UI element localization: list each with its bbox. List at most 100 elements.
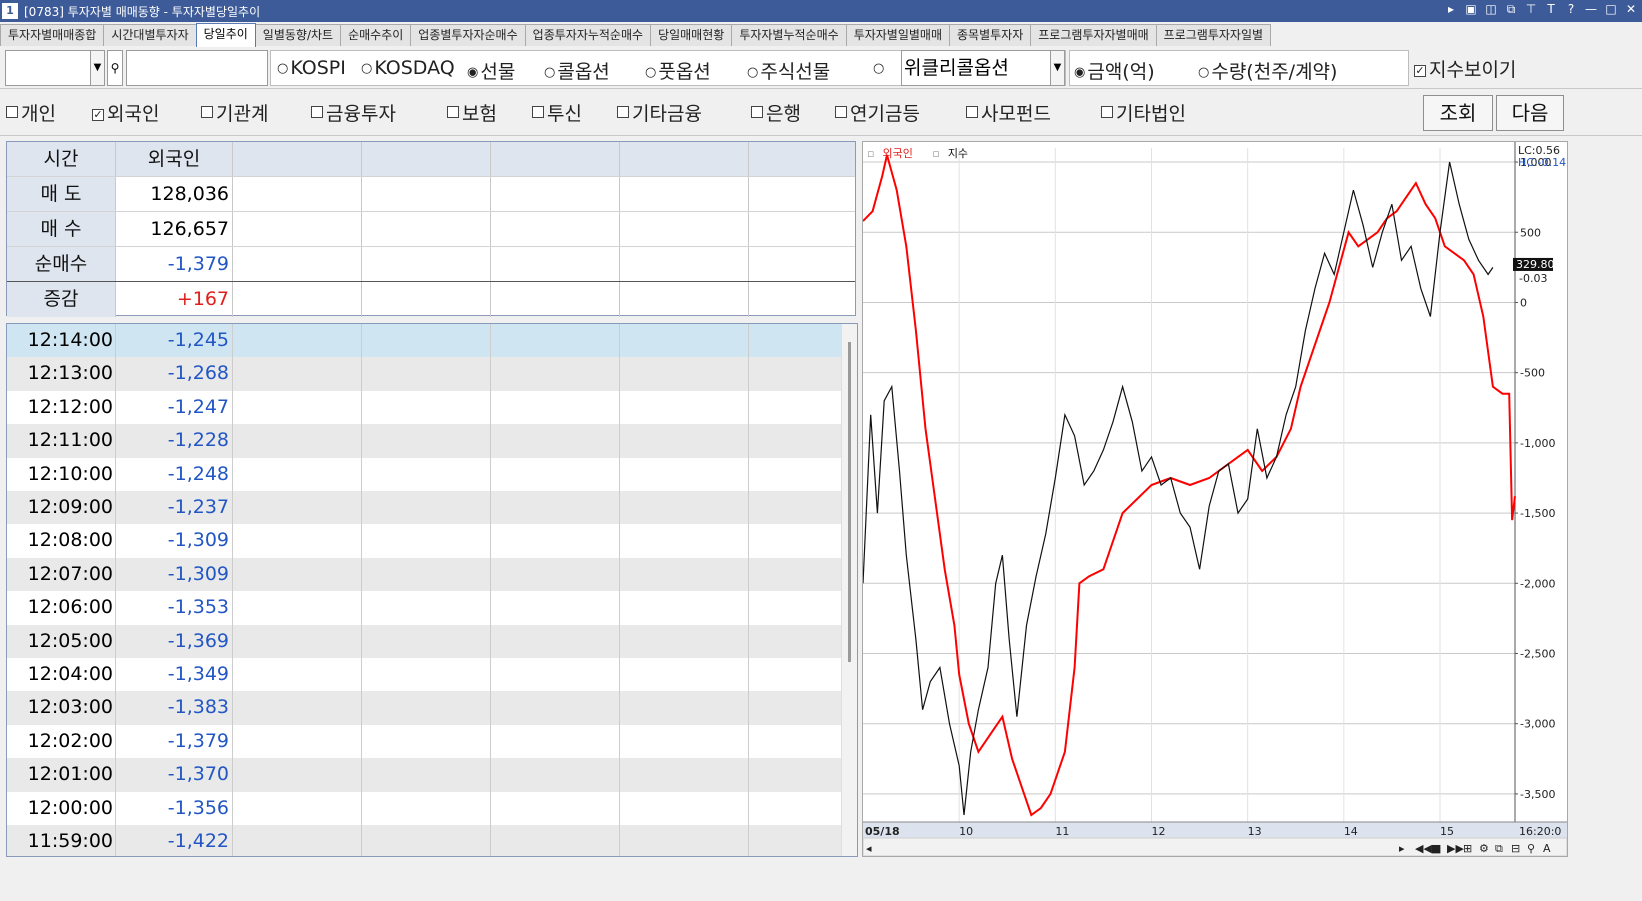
- chart-control-icon[interactable]: ■: [1431, 842, 1441, 855]
- checkbox-bank[interactable]: 은행: [751, 99, 801, 126]
- list-item[interactable]: 12:07:00 -1,309: [7, 557, 841, 592]
- product-select[interactable]: 위클리콜옵션 ▼: [901, 50, 1065, 86]
- checkbox-individual[interactable]: 개인: [6, 99, 56, 126]
- tab-investor-daily[interactable]: 투자자별일별매매: [845, 24, 951, 46]
- value-cell: -1,422: [116, 825, 233, 856]
- radio-futures[interactable]: ◉ 선물: [467, 57, 515, 84]
- tab-time-investor[interactable]: 시간대별투자자: [103, 24, 197, 46]
- chart-control-icon[interactable]: ⊟: [1511, 842, 1520, 855]
- chart-panel[interactable]: ▫ 외국인 ▫ 지수 1,000 500 0 -500 -1,000 -1,500 -2,000…: [862, 141, 1568, 857]
- next-button[interactable]: 다음: [1496, 95, 1564, 131]
- code-combo[interactable]: ▼: [5, 50, 105, 86]
- list-item[interactable]: 12:05:00 -1,369: [7, 624, 841, 658]
- list-item[interactable]: 12:00:00 -1,356: [7, 791, 841, 825]
- empty-cell: [620, 591, 749, 625]
- chart-control-icon[interactable]: ⧉: [1495, 842, 1503, 855]
- tab-daily-chart[interactable]: 일별동향/차트: [254, 24, 342, 46]
- empty-cell: [749, 458, 841, 491]
- empty-cell: [233, 791, 362, 825]
- list-item[interactable]: 12:08:00 -1,309: [7, 524, 841, 558]
- radio-quantity[interactable]: ○ 수량(천주/계약): [1198, 57, 1337, 84]
- query-button[interactable]: 조회: [1423, 95, 1493, 131]
- help-icon[interactable]: ?: [1564, 2, 1578, 17]
- radio-amount[interactable]: ◉ 금액(억): [1074, 57, 1155, 84]
- list-item[interactable]: 12:04:00 -1,349: [7, 658, 841, 692]
- checkbox-pension[interactable]: 연기금등: [835, 99, 920, 126]
- name-field[interactable]: [126, 50, 268, 86]
- scrollbar-thumb[interactable]: [848, 342, 851, 662]
- chart-control-icon[interactable]: A: [1543, 842, 1551, 855]
- checkbox-foreign[interactable]: ✓ 외국인: [92, 99, 159, 126]
- search-icon[interactable]: ⚲: [107, 50, 123, 86]
- radio-kosdaq[interactable]: ○ KOSDAQ: [361, 57, 455, 79]
- empty-cell: [620, 491, 749, 525]
- checkbox-insurance[interactable]: 보험: [447, 99, 497, 126]
- list-item[interactable]: 12:11:00 -1,228: [7, 424, 841, 458]
- chart-control-icon[interactable]: ▶▶: [1447, 842, 1464, 855]
- checkbox-other-financial[interactable]: 기타금융: [617, 99, 702, 126]
- list-item[interactable]: 12:14:00 -1,245: [7, 324, 841, 358]
- list-item[interactable]: 12:12:00 -1,247: [7, 390, 841, 425]
- series-foreign-line: [862, 154, 1516, 817]
- checkbox-financial-invest[interactable]: 금융투자: [311, 99, 396, 126]
- copy-icon[interactable]: ⧉: [1504, 2, 1518, 17]
- current-change-text: -0.03: [1519, 272, 1547, 285]
- tab-daily-trend[interactable]: 당일추이: [195, 23, 256, 47]
- chart-svg[interactable]: 1,0005000-500-1,000-1,500-2,000-2,500-3,…: [862, 142, 1568, 857]
- chevron-down-icon[interactable]: ▼: [1050, 51, 1064, 85]
- checkbox-trust[interactable]: 투신: [532, 99, 582, 126]
- list-item[interactable]: 11:59:00 -1,422: [7, 825, 841, 856]
- chart-control-icon[interactable]: ⊞: [1463, 842, 1472, 855]
- chart-control-icon[interactable]: ⚲: [1527, 842, 1535, 855]
- tab-program-daily[interactable]: 프로그램투자자일별: [1155, 24, 1272, 46]
- tab-daily-trading[interactable]: 당일매매현황: [650, 24, 733, 46]
- chart-legend: ▫ 외국인 ▫ 지수: [867, 145, 984, 161]
- split-icon[interactable]: ◫: [1484, 2, 1498, 17]
- minimize-icon[interactable]: —: [1584, 2, 1598, 17]
- tab-stock-investor[interactable]: 종목별투자자: [949, 24, 1032, 46]
- list-item[interactable]: 12:13:00 -1,268: [7, 357, 841, 391]
- chart-control-icon[interactable]: ◀◀: [1415, 842, 1432, 855]
- list-item[interactable]: 12:02:00 -1,379: [7, 724, 841, 759]
- list-item[interactable]: 12:06:00 -1,353: [7, 591, 841, 625]
- value-cell: -1,383: [116, 691, 233, 725]
- list-item[interactable]: 12:03:00 -1,383: [7, 691, 841, 725]
- chevron-down-icon[interactable]: ▼: [90, 51, 104, 85]
- empty-cell: [749, 758, 841, 791]
- list-item[interactable]: 12:01:00 -1,370: [7, 758, 841, 792]
- empty-cell: [620, 357, 749, 391]
- checkbox-private-fund[interactable]: 사모펀드: [966, 99, 1051, 126]
- show-index-checkbox[interactable]: ✓ 지수보이기: [1414, 55, 1516, 82]
- summary-row-change: 증감 +167: [7, 282, 855, 317]
- unit-radio-group: ◉ 금액(억) ○ 수량(천주/계약): [1069, 50, 1409, 86]
- tab-investor-cumulative[interactable]: 투자자별누적순매수: [731, 24, 847, 46]
- empty-cell: [233, 825, 362, 856]
- radio-weekly[interactable]: ○: [873, 57, 886, 79]
- close-icon[interactable]: ✕: [1624, 2, 1638, 17]
- scrollbar[interactable]: [841, 324, 857, 856]
- tab-sector-cumulative[interactable]: 업종투자자누적순매수: [524, 24, 652, 46]
- forward-icon[interactable]: ▸: [1444, 2, 1458, 17]
- empty-cell: [491, 758, 620, 792]
- font-icon[interactable]: T: [1544, 2, 1558, 17]
- screen-icon[interactable]: ▣: [1464, 2, 1478, 17]
- chart-control-icon[interactable]: ▸: [1399, 842, 1405, 855]
- list-item[interactable]: 12:09:00 -1,237: [7, 491, 841, 525]
- tab-program-investor[interactable]: 프로그램투자자별매매: [1030, 24, 1157, 46]
- maximize-icon[interactable]: □: [1604, 2, 1618, 17]
- empty-cell: [233, 390, 362, 425]
- list-item[interactable]: 12:10:00 -1,248: [7, 457, 841, 491]
- tab-sector-net-buy[interactable]: 업종별투자자순매수: [410, 24, 526, 46]
- radio-kospi[interactable]: ○ KOSPI: [277, 57, 346, 79]
- checkbox-institution[interactable]: 기관계: [201, 99, 268, 126]
- tab-net-buy-trend[interactable]: 순매수추이: [340, 24, 412, 46]
- chart-control-icon[interactable]: ◂: [866, 842, 872, 855]
- radio-stock-futures[interactable]: ○ 주식선물: [747, 57, 830, 84]
- chart-control-icon[interactable]: ⚙: [1479, 842, 1489, 855]
- radio-on-icon: ◉: [467, 65, 479, 80]
- radio-put-option[interactable]: ○ 풋옵션: [645, 57, 711, 84]
- radio-call-option[interactable]: ○ 콜옵션: [544, 57, 610, 84]
- tab-investor-summary[interactable]: 투자자별매매종합: [0, 24, 105, 46]
- pin-icon[interactable]: ⊤: [1524, 2, 1538, 17]
- checkbox-other-corp[interactable]: 기타법인: [1101, 99, 1186, 126]
